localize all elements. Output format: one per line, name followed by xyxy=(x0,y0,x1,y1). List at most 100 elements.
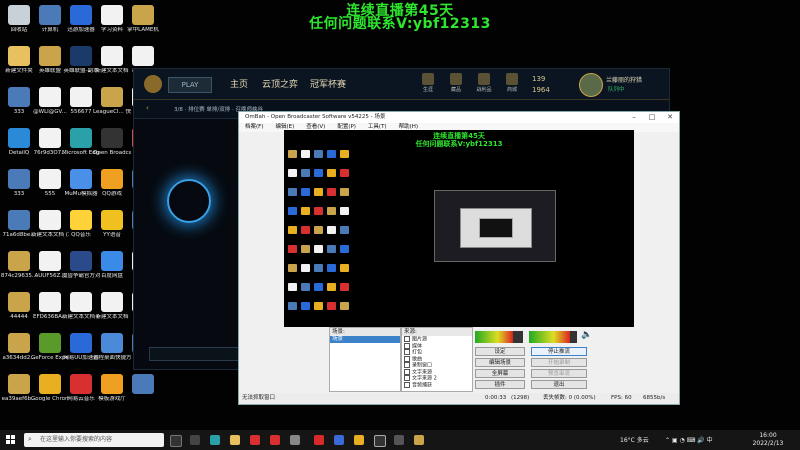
edit-scene-button[interactable]: 编辑场景 xyxy=(475,358,525,367)
tray-store[interactable]: 商城 xyxy=(502,73,522,93)
preview-desktop-icon xyxy=(301,207,310,215)
widgets-icon[interactable] xyxy=(190,435,200,445)
windows-start-icon[interactable] xyxy=(6,435,16,445)
app-icon-red[interactable] xyxy=(250,435,260,445)
taskbar-search-input[interactable]: 在这里输入你要搜索的内容 xyxy=(24,433,164,447)
preview-desktop-icon xyxy=(327,226,336,234)
chat-input[interactable] xyxy=(149,347,251,361)
nav-clash[interactable]: 冠军杯赛 xyxy=(310,77,346,90)
preview-stream-button[interactable]: 预览串流 xyxy=(531,369,587,378)
desktop-icon-label: 模板游戏厅 xyxy=(98,396,126,402)
source-checkbox[interactable] xyxy=(404,336,410,342)
preview-desktop-icon xyxy=(288,302,297,310)
desktop-icon-image xyxy=(39,128,61,148)
edge-icon[interactable] xyxy=(210,435,220,445)
desktop-icon-image xyxy=(70,87,92,107)
source-checkbox[interactable] xyxy=(404,349,410,355)
game-logo-icon[interactable] xyxy=(144,75,162,93)
source-checkbox[interactable] xyxy=(404,375,410,381)
desktop-icon-image xyxy=(39,333,61,353)
username: 兰藤丽的狩猎 xyxy=(606,77,643,84)
stop-stream-button[interactable]: 停止推流 xyxy=(531,347,587,356)
plugins-button[interactable]: 插件 xyxy=(475,380,525,389)
desktop-icon-image xyxy=(132,374,154,394)
desktop-icon-image xyxy=(8,46,30,66)
nav-tft[interactable]: 云顶之弈 xyxy=(262,77,298,90)
preview-desktop-icon xyxy=(340,245,349,253)
app-icon-gray[interactable] xyxy=(290,435,300,445)
loot-icon xyxy=(478,73,490,85)
start-record-button[interactable]: 开始录制 xyxy=(531,358,587,367)
preview-desktop-icon xyxy=(314,169,323,177)
back-arrow-icon[interactable]: ‹ xyxy=(146,104,149,112)
desktop-icon-label: 远程桌面快捷方式 xyxy=(93,355,131,361)
desktop-icon-image xyxy=(70,210,92,230)
scene-item[interactable]: 场景 xyxy=(330,336,400,343)
preview-desktop-icon xyxy=(327,188,336,196)
desktop-icon-image xyxy=(8,169,30,189)
preview-desktop-icon xyxy=(340,150,349,158)
preview-desktop-icon xyxy=(288,283,297,291)
tray-icons[interactable]: ⌃ ▣ ◔ ⌨ 🔊 中 xyxy=(665,435,713,444)
tray-profile[interactable]: 生涯 xyxy=(418,73,438,93)
preview-desktop-icon xyxy=(314,226,323,234)
app-icon-blue[interactable] xyxy=(334,435,344,445)
avatar[interactable] xyxy=(579,73,603,97)
app-icon-red-2[interactable] xyxy=(270,435,280,445)
minimize-button[interactable]: – xyxy=(625,112,643,123)
obs-icon[interactable] xyxy=(374,435,386,447)
status-fps: FPS: 60 xyxy=(611,395,632,401)
weather-text[interactable]: 16°C 多云 xyxy=(620,435,649,444)
preview-desktop-icon xyxy=(288,188,297,196)
preview-desktop-icon xyxy=(301,150,310,158)
league-icon[interactable] xyxy=(414,435,424,445)
maximize-button[interactable]: □ xyxy=(643,112,661,123)
desktop-icon-image xyxy=(70,169,92,189)
audio-meter-left xyxy=(475,331,523,343)
obs-title: OmBah - Open Broadcaster Software v54225… xyxy=(239,112,679,123)
preview-desktop-icon xyxy=(314,302,323,310)
sources-list: 图片源 媒体 打包 歌曲 录制窗口 文字来源 文字来源 2 音频捕获 xyxy=(402,336,472,388)
explorer-icon[interactable] xyxy=(230,435,240,445)
desktop-icon-image xyxy=(8,374,30,394)
portal-orb xyxy=(167,179,211,223)
desktop-icon-image xyxy=(8,251,30,271)
desktop-icon-image xyxy=(101,169,123,189)
netease-icon[interactable] xyxy=(314,435,324,445)
preview-desktop-icon xyxy=(327,302,336,310)
speaker-icon[interactable]: 🔈 xyxy=(581,330,592,340)
tray-collection[interactable]: 藏品 xyxy=(446,73,466,93)
clock[interactable]: 16:00 2022/2/13 xyxy=(752,432,784,448)
profile-icon xyxy=(422,73,434,85)
chrome-icon[interactable] xyxy=(354,435,364,445)
desktop-icon-image xyxy=(39,292,61,312)
obs-menu-item[interactable]: 档案(F) xyxy=(245,124,263,130)
app-icon-dark[interactable] xyxy=(394,435,404,445)
preview-desktop-icon xyxy=(327,150,336,158)
desktop-icon[interactable] xyxy=(124,374,162,396)
source-label: 音频捕获 xyxy=(412,382,433,388)
settings-button[interactable]: 设定 xyxy=(475,347,525,356)
source-checkbox[interactable] xyxy=(404,355,410,362)
preview-desktop-icon xyxy=(301,283,310,291)
preview-desktop-icon xyxy=(327,264,336,272)
source-checkbox[interactable] xyxy=(404,368,410,375)
fullscreen-button[interactable]: 全屏幕 xyxy=(475,369,525,378)
desktop-icon-image xyxy=(70,333,92,353)
play-button[interactable]: PLAY xyxy=(168,77,212,93)
task-view-icon[interactable] xyxy=(170,435,182,447)
preview-desktop-icon xyxy=(327,283,336,291)
source-checkbox[interactable] xyxy=(404,362,410,368)
desktop-icon-image xyxy=(70,374,92,394)
source-checkbox[interactable] xyxy=(404,381,410,388)
desktop-icon-image xyxy=(101,46,123,66)
close-button[interactable]: ✕ xyxy=(661,112,679,123)
source-checkbox[interactable] xyxy=(404,342,410,349)
exit-button[interactable]: 退出 xyxy=(531,380,587,389)
store-icon xyxy=(506,73,518,85)
source-item[interactable]: 音频捕获 xyxy=(402,381,472,388)
tray-loot[interactable]: 战利品 xyxy=(474,73,494,93)
currency-rp: 1964 xyxy=(532,86,550,94)
nav-home[interactable]: 主页 xyxy=(230,77,248,90)
preview-desktop-icon xyxy=(340,264,349,272)
